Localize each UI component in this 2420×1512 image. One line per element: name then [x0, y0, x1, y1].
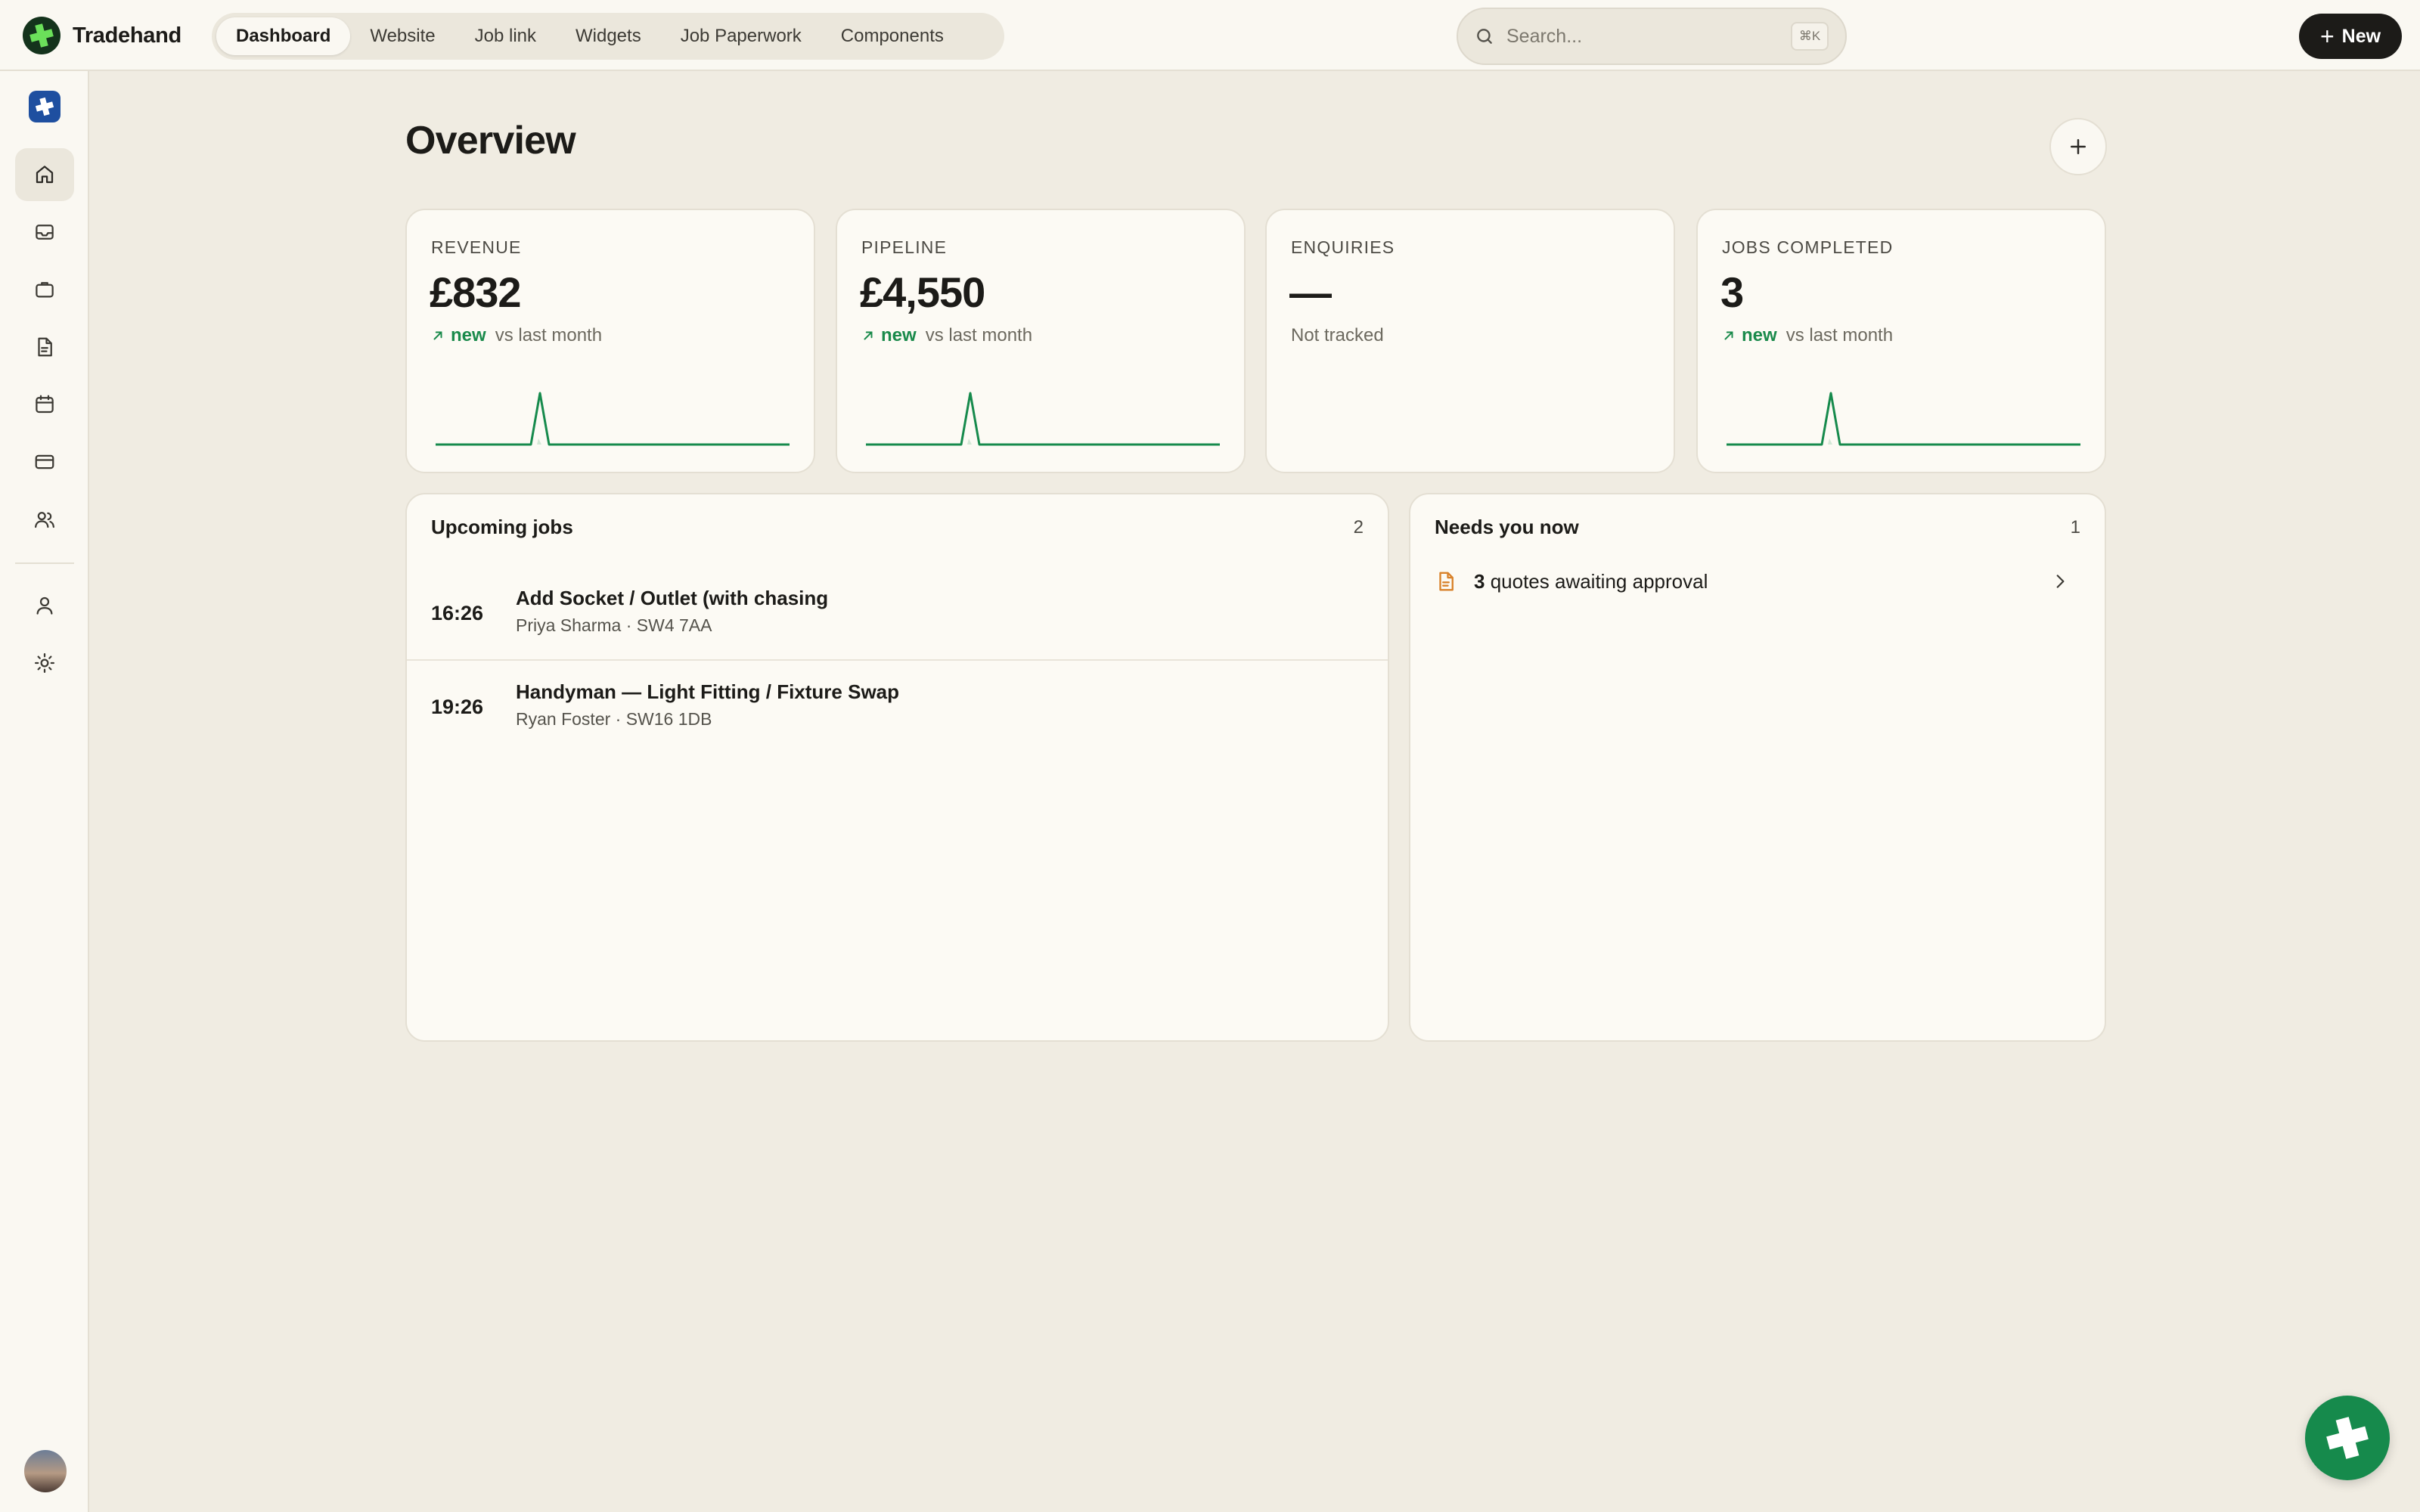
trend-label: new	[451, 325, 486, 345]
job-meta: Ryan Foster · SW16 1DB	[516, 709, 712, 729]
trend-label: new	[881, 325, 917, 345]
top-nav-tabs: Dashboard Website Job link Widgets Job P…	[212, 13, 1004, 60]
credit-card-icon	[35, 454, 54, 469]
avatar[interactable]	[24, 1450, 67, 1492]
briefcase-icon	[36, 282, 54, 298]
sidebar-divider	[15, 562, 74, 564]
stat-label: REVENUE	[431, 237, 522, 257]
sidebar-item-settings[interactable]	[15, 637, 74, 689]
stat-card-pipeline[interactable]: PIPELINE £4,550 new vs last month	[836, 209, 1246, 473]
panel-count: 2	[1353, 517, 1364, 538]
tab-job-paperwork[interactable]: Job Paperwork	[661, 17, 821, 55]
workspace-logo-icon[interactable]	[29, 91, 60, 122]
trend-compare: vs last month	[495, 325, 603, 345]
sparkline-chart	[1727, 392, 2080, 446]
panel-count: 1	[2070, 517, 2080, 538]
job-title: Add Socket / Outlet (with chasing	[516, 587, 829, 609]
tab-dashboard[interactable]: Dashboard	[216, 17, 351, 55]
stat-label: JOBS COMPLETED	[1722, 237, 1894, 257]
stat-card-jobs-completed[interactable]: JOBS COMPLETED 3 new vs last month	[1696, 209, 2106, 473]
stat-trend: new vs last month	[1722, 325, 1893, 346]
plus-icon: +	[2319, 23, 2335, 50]
settings-icon	[35, 653, 54, 673]
sidebar-item-profile[interactable]	[15, 579, 74, 632]
home-icon	[36, 166, 54, 184]
arrow-up-right-icon	[433, 331, 442, 340]
users-icon	[35, 512, 54, 528]
sidebar-item-customers[interactable]	[15, 493, 74, 546]
stat-note: Not tracked	[1291, 325, 1384, 345]
stat-value: £832	[430, 268, 522, 316]
tab-job-link[interactable]: Job link	[455, 17, 556, 55]
brand-name: Tradehand	[73, 23, 182, 48]
need-text: 3 quotes awaiting approval	[1474, 570, 1708, 593]
stat-trend: new vs last month	[431, 325, 602, 346]
assistant-fab-button[interactable]	[2305, 1396, 2390, 1480]
trend-compare: vs last month	[925, 325, 1033, 345]
job-time: 19:26	[431, 696, 484, 718]
stat-value: £4,550	[860, 268, 985, 316]
inbox-icon	[36, 225, 54, 240]
stat-value: —	[1289, 268, 1332, 316]
sidebar-item-jobs[interactable]	[15, 263, 74, 316]
arrow-up-right-icon	[864, 331, 873, 340]
document-icon	[38, 337, 52, 357]
new-button[interactable]: + New	[2299, 14, 2402, 59]
panel-title: Needs you now	[1435, 516, 1579, 538]
user-icon	[36, 596, 53, 615]
need-count: 3	[1474, 569, 1485, 593]
needs-you-now-panel: Needs you now 1 3 quotes awaiting approv…	[1409, 493, 2106, 1042]
new-button-label: New	[2341, 25, 2381, 47]
sidebar-item-calendar[interactable]	[15, 378, 74, 431]
list-item[interactable]: 3 quotes awaiting approval	[1435, 562, 2070, 600]
chevron-right-icon	[2056, 575, 2065, 588]
sidebar-item-documents[interactable]	[15, 321, 74, 373]
tab-components[interactable]: Components	[821, 17, 963, 55]
search-icon	[1477, 29, 1492, 44]
page-title: Overview	[405, 119, 576, 163]
sidebar-item-payments[interactable]	[15, 435, 74, 488]
search-box: ⌘K	[1457, 8, 1847, 65]
stat-label: ENQUIRIES	[1291, 237, 1395, 257]
job-title: Handyman — Light Fitting / Fixture Swap	[516, 680, 900, 703]
brand[interactable]: Tradehand	[23, 17, 182, 54]
calendar-icon	[36, 395, 54, 414]
search-shortcut-badge: ⌘K	[1791, 22, 1829, 51]
stat-card-enquiries[interactable]: ENQUIRIES — Not tracked	[1265, 209, 1675, 473]
tab-widgets[interactable]: Widgets	[556, 17, 661, 55]
sidebar-item-home[interactable]	[15, 148, 74, 201]
list-item[interactable]: 19:26 Handyman — Light Fitting / Fixture…	[407, 661, 1388, 754]
document-icon	[1439, 572, 1454, 591]
trend-label: new	[1742, 325, 1777, 345]
upcoming-jobs-panel: Upcoming jobs 2 16:26 Add Socket / Outle…	[405, 493, 1389, 1042]
brand-logo-icon	[23, 17, 60, 54]
sparkline-chart	[866, 392, 1220, 446]
plus-icon	[2071, 139, 2086, 154]
add-widget-button[interactable]	[2049, 118, 2107, 175]
list-item[interactable]: 16:26 Add Socket / Outlet (with chasing …	[407, 567, 1388, 661]
arrow-up-right-icon	[1724, 331, 1733, 340]
stat-trend: new vs last month	[861, 325, 1032, 346]
sparkline-chart	[436, 392, 790, 446]
sidebar-item-inbox[interactable]	[15, 206, 74, 259]
search-input[interactable]	[1506, 25, 1791, 48]
trend-compare: vs last month	[1786, 325, 1894, 345]
panel-title: Upcoming jobs	[431, 516, 573, 538]
stat-label: PIPELINE	[861, 237, 948, 257]
job-time: 16:26	[431, 602, 484, 624]
tab-website[interactable]: Website	[350, 17, 455, 55]
job-meta: Priya Sharma · SW4 7AA	[516, 615, 712, 635]
sidebar	[0, 71, 89, 1512]
brand-cross-icon	[2326, 1417, 2369, 1459]
need-label: quotes awaiting approval	[1490, 569, 1708, 593]
top-bar: Tradehand Dashboard Website Job link Wid…	[0, 0, 2420, 71]
stat-value: 3	[1720, 268, 1744, 316]
stat-card-revenue[interactable]: REVENUE £832 new vs last month	[405, 209, 815, 473]
